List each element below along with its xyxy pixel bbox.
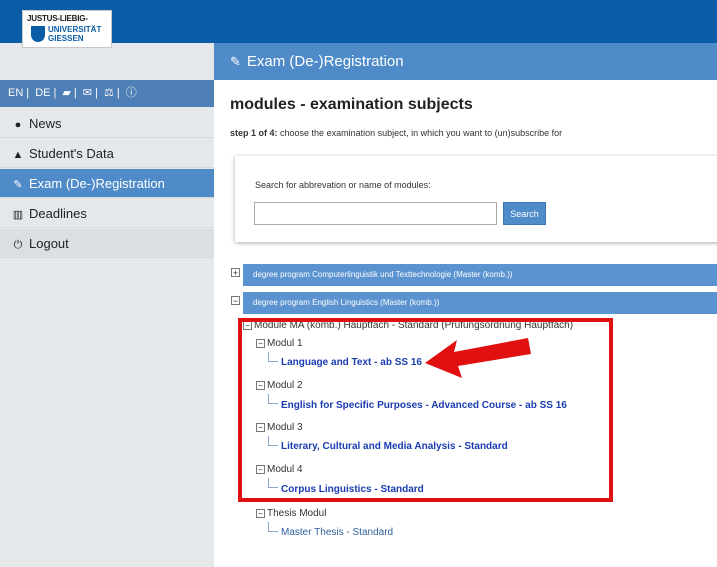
search-panel: Search for abbrevation or name of module… <box>235 156 717 242</box>
module-leaf-link[interactable]: Master Thesis - Standard <box>281 527 393 538</box>
logo-text-line2: UNIVERSITÄT <box>48 25 102 34</box>
sidebar-item-label: Deadlines <box>29 206 87 221</box>
sidebar-item-students-data[interactable]: ▲ Student's Data <box>0 139 214 168</box>
step-text: choose the examination subject, in which… <box>280 128 563 138</box>
search-button[interactable]: Search <box>503 202 546 225</box>
tree-module-node[interactable]: − Thesis Modul <box>256 508 326 519</box>
lang-en-link[interactable]: EN <box>8 87 23 99</box>
power-icon: ⏻ <box>13 239 23 251</box>
section-heading: modules - examination subjects <box>230 96 473 113</box>
red-arrow-icon <box>425 338 531 378</box>
sidebar-item-logout[interactable]: ⏻ Logout <box>0 229 214 258</box>
institution-icon: ▥ <box>12 209 24 221</box>
step-instructions: step 1 of 4: choose the examination subj… <box>230 128 562 138</box>
module-label: Thesis Modul <box>267 508 327 519</box>
edit-icon: ✎ <box>230 54 241 69</box>
info-icon[interactable]: ⓘ <box>126 87 137 99</box>
graduation-cap-icon: ▲ <box>12 149 24 161</box>
search-label: Search for abbrevation or name of module… <box>255 180 431 190</box>
logo-text-line3: GIESSEN <box>48 34 84 43</box>
search-input[interactable] <box>254 202 497 225</box>
expand-toggle[interactable]: + <box>231 268 240 278</box>
university-logo[interactable]: JUSTUS-LIEBIG- UNIVERSITÄT GIESSEN <box>22 10 112 48</box>
sidebar-item-label: Logout <box>29 236 69 251</box>
tree-connector <box>268 522 278 532</box>
book-icon[interactable]: ▰ <box>62 87 70 99</box>
step-number: step 1 of 4: <box>230 128 278 138</box>
scale-icon[interactable]: ⚖ <box>104 87 114 99</box>
shield-icon <box>31 26 45 42</box>
sidebar-item-label: News <box>29 116 62 131</box>
degree-program-row[interactable]: degree program Computerlinguistik und Te… <box>243 264 717 286</box>
comment-icon: ● <box>14 119 22 131</box>
lang-de-link[interactable]: DE <box>35 87 50 99</box>
edit-icon: ✎ <box>13 179 23 191</box>
degree-program-row[interactable]: degree program English Linguistics (Mast… <box>243 292 717 314</box>
page-title-bar: ✎ Exam (De-)Registration <box>214 43 717 80</box>
collapse-icon[interactable]: − <box>256 508 265 518</box>
sidebar-item-label: Student's Data <box>29 146 114 161</box>
language-toolbar: EN | DE | ▰ | ✉ | ⚖ | ⓘ <box>0 80 214 107</box>
logo-text-line1: JUSTUS-LIEBIG- <box>27 14 88 23</box>
sidebar-item-deadlines[interactable]: ▥ Deadlines <box>0 199 214 228</box>
sidebar-item-news[interactable]: ● News <box>0 109 214 138</box>
sidebar-item-label: Exam (De-)Registration <box>29 176 165 191</box>
mail-icon[interactable]: ✉ <box>83 87 92 99</box>
collapse-toggle[interactable]: − <box>231 296 240 306</box>
sidebar-item-exam-registration[interactable]: ✎ Exam (De-)Registration <box>0 169 214 198</box>
page-title: Exam (De-)Registration <box>246 53 404 70</box>
